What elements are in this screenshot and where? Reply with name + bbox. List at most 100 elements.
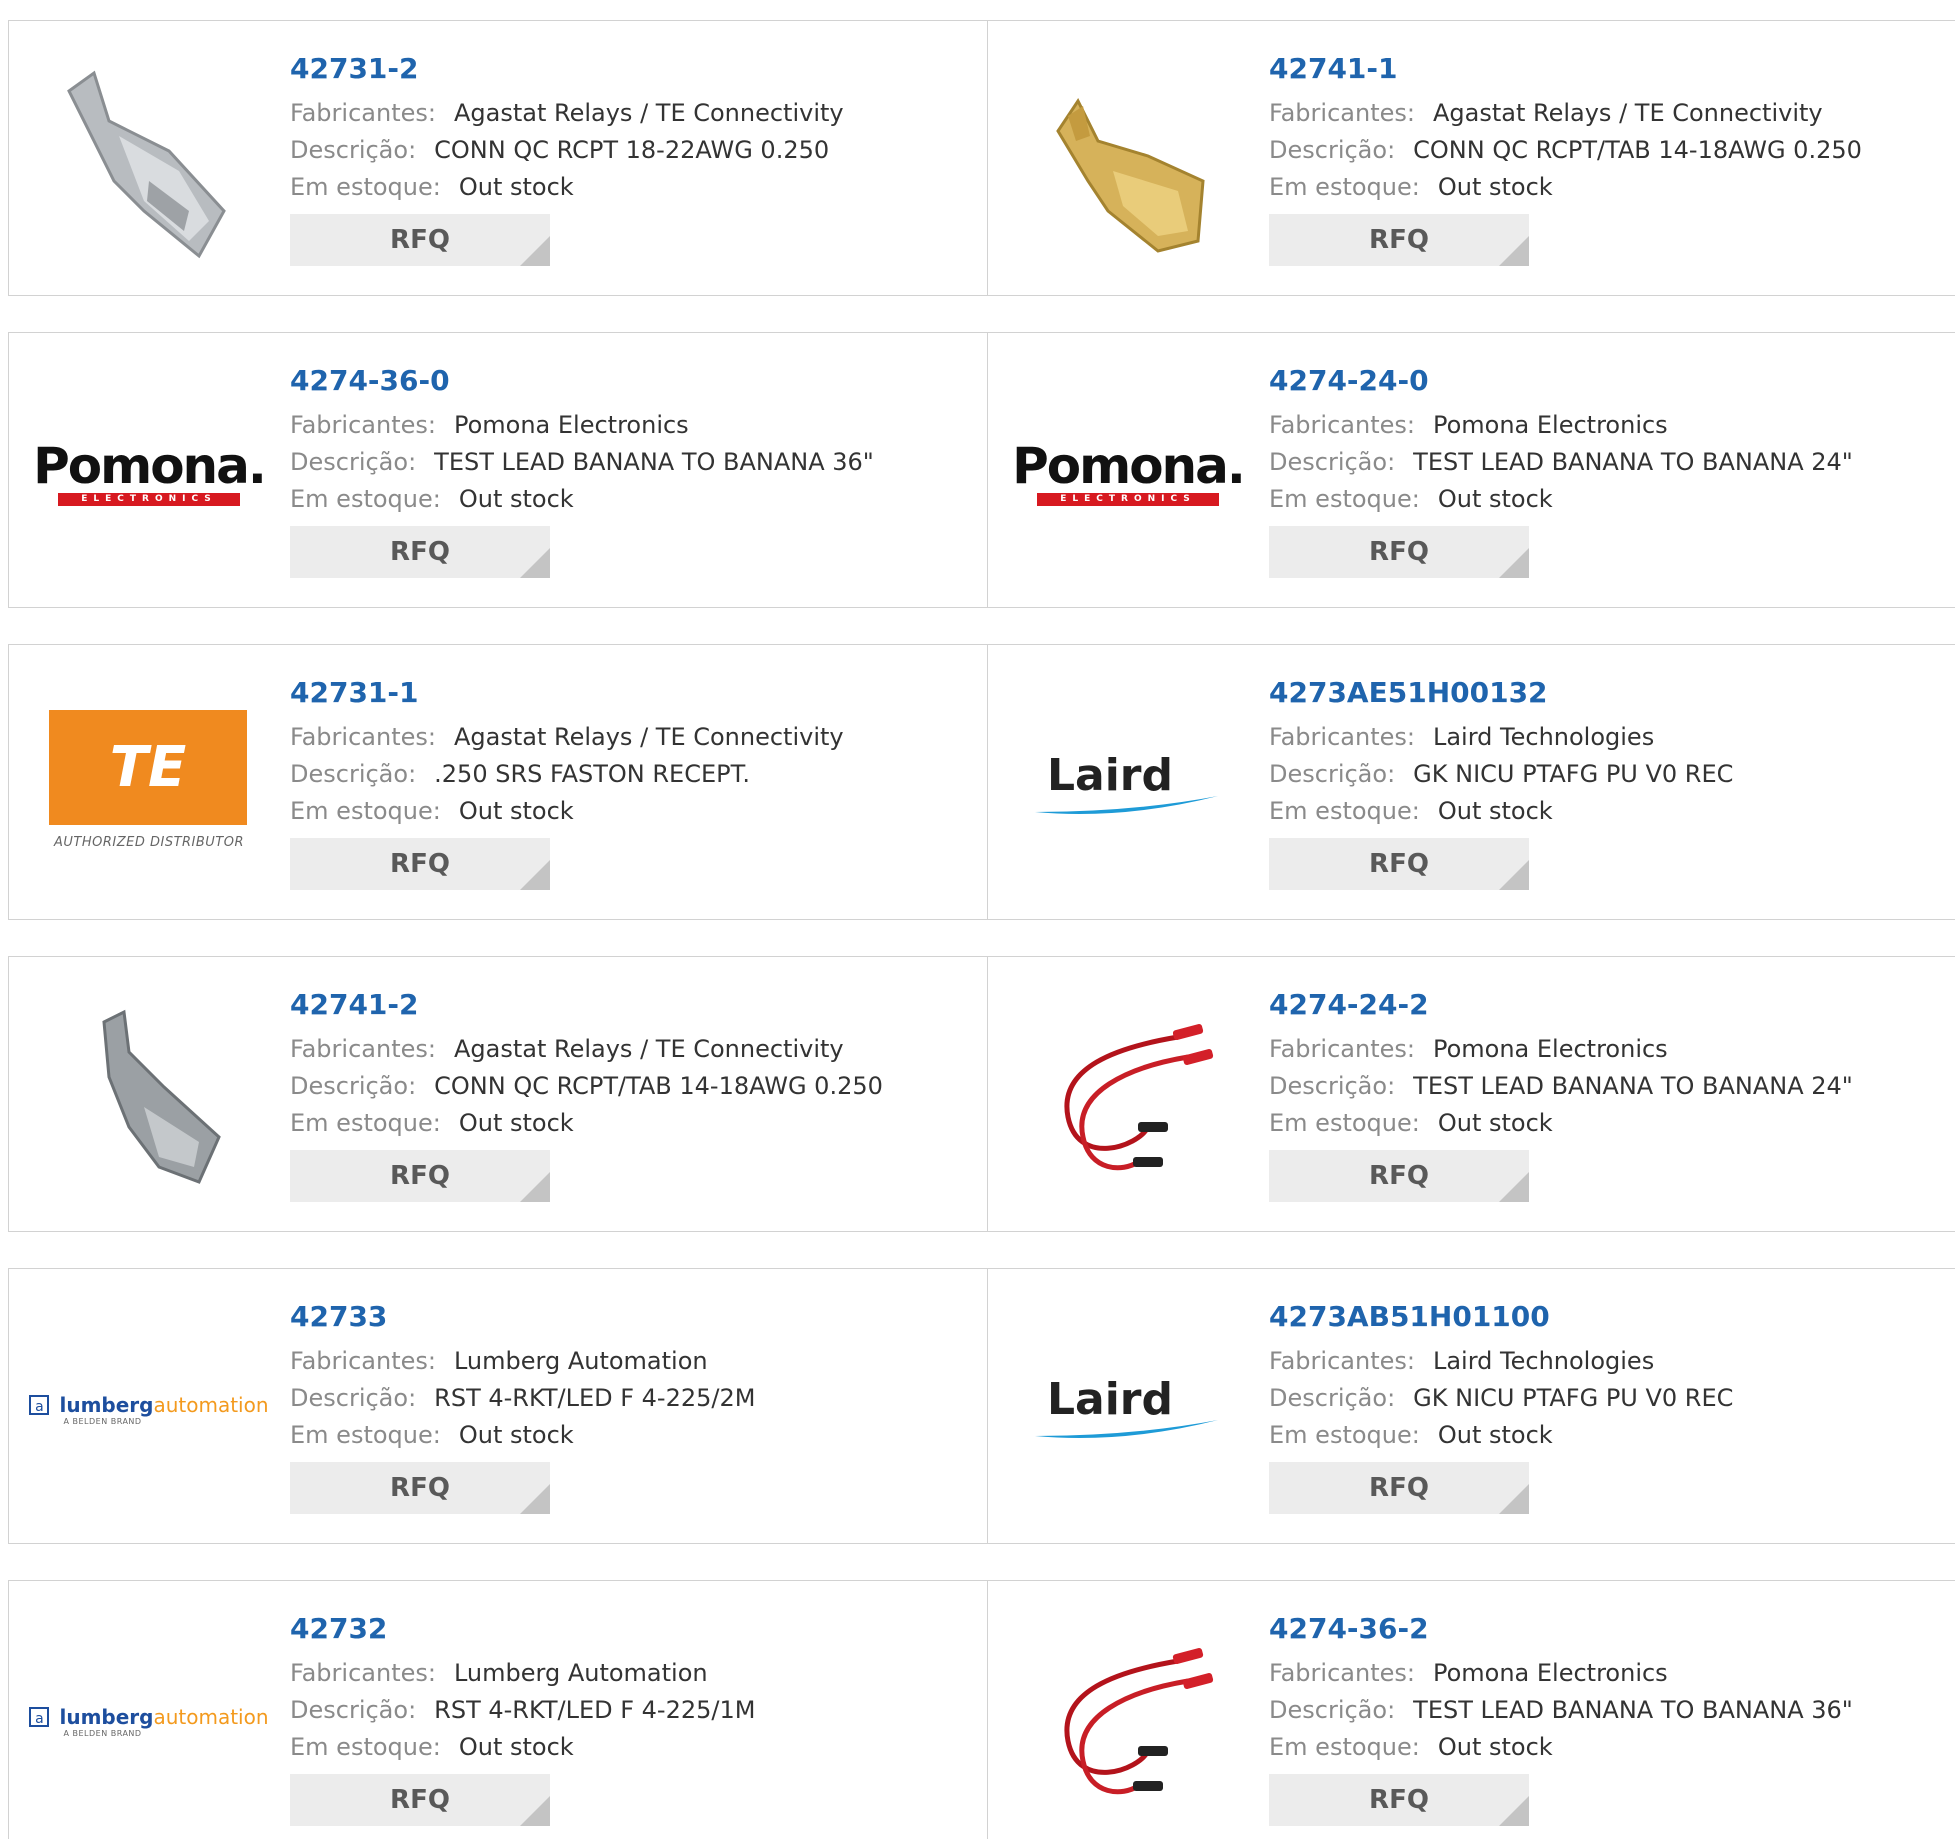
description-label: Descrição:	[290, 448, 417, 476]
pomona-logo-sub: ELECTRONICS	[1037, 492, 1219, 506]
description-value: CONN QC RCPT/TAB 14-18AWG 0.250	[434, 1072, 883, 1100]
rfq-button[interactable]: RFQ	[290, 838, 550, 890]
laird-logo[interactable]: Laird	[1028, 685, 1228, 885]
rfq-button[interactable]: RFQ	[1269, 214, 1529, 266]
stock-label: Em estoque:	[290, 485, 441, 513]
rfq-button[interactable]: RFQ	[1269, 1774, 1529, 1826]
te-logo[interactable]: TE AUTHORIZED DISTRIBUTOR	[49, 685, 249, 885]
pomona-logo[interactable]: Pomona. ELECTRONICS	[1012, 373, 1246, 573]
pomona-logo[interactable]: Pomona. ELECTRONICS	[33, 373, 267, 573]
rfq-button[interactable]: RFQ	[290, 1462, 550, 1514]
rfq-button[interactable]: RFQ	[1269, 1150, 1529, 1202]
terminal-gold-photo[interactable]	[1028, 61, 1228, 261]
part-number-link[interactable]: 4274-36-2	[1269, 1609, 1853, 1649]
corner-fold-icon	[520, 548, 550, 578]
part-number-link[interactable]: 42741-2	[290, 985, 883, 1025]
stock-value: Out stock	[1437, 173, 1553, 201]
description-label: Descrição:	[1269, 760, 1396, 788]
stock-label: Em estoque:	[1269, 797, 1420, 825]
product-card: 42741-1 Fabricantes: Agastat Relays / TE …	[987, 20, 1955, 296]
lumberg-logo-text-a: lumberg	[59, 1392, 154, 1417]
part-number-link[interactable]: 4274-36-0	[290, 361, 874, 401]
stock-label: Em estoque:	[290, 1109, 441, 1137]
rfq-label: RFQ	[390, 1473, 450, 1503]
description-label: Descrição:	[1269, 448, 1396, 476]
stock-label: Em estoque:	[1269, 1733, 1420, 1761]
stock-value: Out stock	[458, 1421, 574, 1449]
description-value: .250 SRS FASTON RECEPT.	[434, 760, 751, 788]
manufacturer-label: Fabricantes:	[290, 1347, 436, 1375]
product-card: 42731-2 Fabricantes: Agastat Relays / TE …	[8, 20, 988, 296]
rfq-label: RFQ	[1369, 1785, 1429, 1815]
corner-fold-icon	[1499, 1172, 1529, 1202]
red-test-lead-photo[interactable]	[1028, 997, 1228, 1197]
corner-fold-icon	[520, 1172, 550, 1202]
red-test-lead-photo[interactable]	[1028, 1621, 1228, 1821]
terminal-silver-photo[interactable]	[49, 997, 249, 1197]
rfq-label: RFQ	[390, 225, 450, 255]
part-number-link[interactable]: 4274-24-0	[1269, 361, 1853, 401]
manufacturer-value: Agastat Relays / TE Connectivity	[1432, 99, 1823, 127]
stock-label: Em estoque:	[1269, 1109, 1420, 1137]
lumberg-logo-sub: A BELDEN BRAND	[63, 1728, 142, 1738]
description-value: RST 4-RKT/LED F 4-225/2M	[434, 1384, 756, 1412]
rfq-button[interactable]: RFQ	[1269, 838, 1529, 890]
rfq-button[interactable]: RFQ	[290, 526, 550, 578]
pomona-logo-text: Pomona.	[33, 436, 267, 495]
pomona-logo-sub: ELECTRONICS	[58, 492, 240, 506]
corner-fold-icon	[520, 1484, 550, 1514]
part-number-link[interactable]: 42731-1	[290, 673, 844, 713]
part-number-link[interactable]: 42732	[290, 1609, 755, 1649]
rfq-label: RFQ	[390, 849, 450, 879]
stock-label: Em estoque:	[1269, 173, 1420, 201]
product-card: Pomona. ELECTRONICS 4274-36-0 Fabricante…	[8, 332, 988, 608]
rfq-button[interactable]: RFQ	[290, 1774, 550, 1826]
corner-fold-icon	[1499, 860, 1529, 890]
terminal-silver-photo[interactable]	[49, 61, 249, 261]
product-grid: 42731-2 Fabricantes: Agastat Relays / TE …	[0, 0, 1955, 1839]
part-number-link[interactable]: 42733	[290, 1297, 755, 1337]
rfq-button[interactable]: RFQ	[290, 1150, 550, 1202]
part-number-link[interactable]: 4274-24-2	[1269, 985, 1853, 1025]
stock-value: Out stock	[1437, 1733, 1553, 1761]
corner-fold-icon	[1499, 1484, 1529, 1514]
lumberg-logo[interactable]: a lumberg automation A BELDEN BRAND	[29, 1309, 269, 1509]
corner-fold-icon	[520, 860, 550, 890]
part-number-link[interactable]: 4273AB51H01100	[1269, 1297, 1733, 1337]
rfq-button[interactable]: RFQ	[1269, 526, 1529, 578]
manufacturer-value: Agastat Relays / TE Connectivity	[453, 99, 844, 127]
manufacturer-value: Pomona Electronics	[1432, 411, 1668, 439]
description-label: Descrição:	[290, 1696, 417, 1724]
product-card: a lumberg automation A BELDEN BRAND 42733…	[8, 1268, 988, 1544]
rfq-button[interactable]: RFQ	[1269, 1462, 1529, 1514]
rfq-label: RFQ	[1369, 849, 1429, 879]
stock-value: Out stock	[1437, 797, 1553, 825]
rfq-label: RFQ	[1369, 225, 1429, 255]
lumberg-logo[interactable]: a lumberg automation A BELDEN BRAND	[29, 1621, 269, 1821]
manufacturer-label: Fabricantes:	[1269, 723, 1415, 751]
te-logo-text: TE	[49, 710, 247, 825]
description-value: TEST LEAD BANANA TO BANANA 24"	[1413, 1072, 1853, 1100]
stock-value: Out stock	[1437, 1421, 1553, 1449]
description-label: Descrição:	[290, 136, 417, 164]
stock-label: Em estoque:	[1269, 485, 1420, 513]
lumberg-mark-icon: a	[29, 1706, 50, 1727]
product-card: 42741-2 Fabricantes: Agastat Relays / TE …	[8, 956, 988, 1232]
corner-fold-icon	[520, 236, 550, 266]
stock-value: Out stock	[1437, 1109, 1553, 1137]
laird-logo[interactable]: Laird	[1028, 1309, 1228, 1509]
manufacturer-label: Fabricantes:	[1269, 411, 1415, 439]
part-number-link[interactable]: 42731-2	[290, 49, 844, 89]
manufacturer-value: Pomona Electronics	[453, 411, 689, 439]
te-logo-sub: AUTHORIZED DISTRIBUTOR	[53, 835, 245, 850]
description-value: TEST LEAD BANANA TO BANANA 24"	[1413, 448, 1853, 476]
part-number-link[interactable]: 42741-1	[1269, 49, 1862, 89]
rfq-label: RFQ	[1369, 537, 1429, 567]
stock-label: Em estoque:	[1269, 1421, 1420, 1449]
lumberg-logo-text-b: automation	[153, 1704, 269, 1729]
manufacturer-label: Fabricantes:	[290, 411, 436, 439]
stock-value: Out stock	[458, 1733, 574, 1761]
product-card: 4274-24-2 Fabricantes: Pomona Electronics…	[987, 956, 1955, 1232]
rfq-button[interactable]: RFQ	[290, 214, 550, 266]
part-number-link[interactable]: 4273AE51H00132	[1269, 673, 1733, 713]
